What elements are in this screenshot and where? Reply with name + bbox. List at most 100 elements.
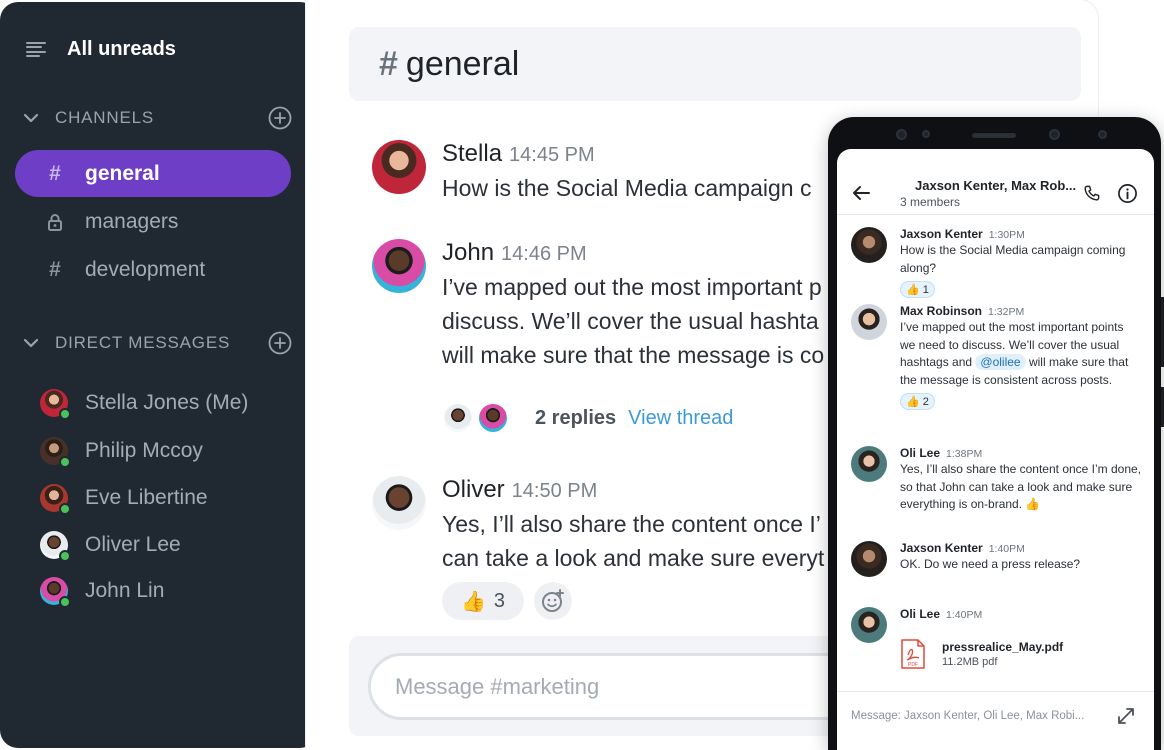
phone-call-icon[interactable] (1082, 184, 1101, 203)
channel-label: managers (85, 209, 179, 233)
message-time: 14:46 PM (501, 243, 587, 265)
message-sender[interactable]: Max Robinson (900, 304, 982, 318)
channel-item-managers[interactable]: managers (15, 198, 291, 245)
reply-count[interactable]: 2 replies (535, 407, 616, 430)
channels-section-header[interactable]: CHANNELS (22, 106, 292, 130)
thumbs-up-icon: 👍 (460, 590, 486, 613)
message-sender[interactable]: Jaxson Kenter (900, 541, 983, 555)
view-thread-link[interactable]: View thread (628, 407, 733, 430)
channels-label: CHANNELS (55, 108, 154, 127)
dm-item-stella-jones[interactable]: Stella Jones (Me) (40, 389, 249, 420)
message-sender[interactable]: Stella (442, 140, 502, 168)
avatar (40, 389, 71, 420)
message-time: 1:40PM (988, 543, 1025, 555)
message-text: I’ve mapped out the most important point… (900, 320, 1129, 387)
avatar[interactable] (372, 140, 426, 194)
message-sender[interactable]: Oliver (442, 476, 505, 504)
message-sender[interactable]: Oli Lee (900, 607, 940, 621)
avatar (477, 402, 509, 434)
svg-text:PDF: PDF (908, 662, 918, 668)
phone-chat-title[interactable]: Jaxson Kenter, Max Rob... (915, 178, 1076, 193)
message-sender[interactable]: John (442, 239, 494, 267)
avatar (40, 577, 71, 608)
online-indicator (59, 596, 71, 608)
phone-composer[interactable]: Message: Jaxson Kenter, Oli Lee, Max Rob… (837, 691, 1154, 750)
chevron-down-icon[interactable] (22, 109, 40, 127)
channel-hash-icon: # (379, 44, 398, 83)
phone-device: Jaxson Kenter, Max Rob... 3 members Jaxs… (828, 117, 1164, 750)
menu-icon[interactable] (26, 41, 46, 58)
dm-label: Eve Libertine (85, 486, 208, 509)
sidebar-header[interactable]: All unreads (26, 38, 176, 61)
online-indicator (59, 408, 71, 420)
avatar (40, 531, 71, 562)
phone-chat-header: Jaxson Kenter, Max Rob... 3 members (837, 149, 1154, 215)
back-arrow-icon[interactable] (851, 185, 871, 201)
channel-title: general (405, 44, 520, 83)
add-emoji-icon (542, 589, 564, 612)
message-time: 1:32PM (988, 306, 1025, 318)
channel-label: general (85, 161, 160, 185)
dm-item-oliver-lee[interactable]: Oliver Lee (40, 531, 181, 562)
message-text: Yes, I’ll also share the content once I’… (900, 462, 1142, 511)
dm-label: Stella Jones (Me) (85, 391, 249, 414)
channel-item-general[interactable]: # general (15, 150, 291, 197)
avatar (40, 437, 71, 468)
message-text: OK. Do we need a press release? (900, 557, 1081, 571)
channel-item-development[interactable]: # development (15, 246, 291, 293)
phone-screen: Jaxson Kenter, Max Rob... 3 members Jaxs… (837, 149, 1154, 750)
dm-item-eve-libertine[interactable]: Eve Libertine (40, 484, 208, 515)
online-indicator (59, 456, 71, 468)
channel-header: # general (349, 27, 1081, 101)
thumbs-up-reaction[interactable]: 👍 1 (900, 281, 935, 298)
pdf-file-icon: PDF (901, 639, 925, 669)
sidebar-title[interactable]: All unreads (67, 38, 176, 61)
message-time: 14:50 PM (511, 480, 598, 502)
message-sender[interactable]: Oli Lee (900, 446, 940, 460)
hash-icon: # (49, 257, 61, 281)
online-indicator (59, 550, 71, 562)
avatar[interactable] (372, 476, 426, 530)
message-time: 1:40PM (946, 609, 983, 621)
avatar[interactable] (851, 304, 887, 340)
expand-icon[interactable] (1117, 707, 1135, 725)
avatar[interactable] (851, 227, 887, 263)
hash-icon: # (49, 161, 61, 185)
message-input-placeholder: Message #marketing (395, 673, 600, 699)
dm-label: Oliver Lee (85, 533, 181, 556)
file-attachment[interactable]: PDF pressrealice_May.pdf 11.2MB pdf (900, 639, 1063, 669)
message-time: 1:38PM (946, 448, 983, 460)
avatar[interactable] (372, 239, 426, 293)
thumbs-up-reaction[interactable]: 👍 3 (442, 582, 524, 620)
user-mention[interactable]: @olilee (975, 354, 1026, 370)
message-time: 14:45 PM (509, 144, 595, 166)
add-channel-icon[interactable] (268, 106, 292, 130)
add-dm-icon[interactable] (268, 331, 292, 355)
phone-chat-members[interactable]: 3 members (900, 195, 960, 209)
dm-label: Philip Mccoy (85, 439, 203, 462)
avatar (40, 484, 71, 515)
channel-label: development (85, 257, 206, 281)
message-sender[interactable]: Jaxson Kenter (900, 227, 983, 241)
thread-replies[interactable]: 2 replies View thread (442, 402, 733, 434)
online-indicator (59, 503, 71, 515)
info-icon[interactable] (1117, 183, 1138, 204)
avatar (442, 402, 474, 434)
dm-label: John Lin (85, 579, 165, 602)
direct-messages-section-header[interactable]: DIRECT MESSAGES (22, 331, 292, 355)
direct-messages-label: DIRECT MESSAGES (55, 333, 231, 352)
message-time: 1:30PM (988, 229, 1025, 241)
lock-icon (48, 213, 62, 231)
chevron-down-icon[interactable] (22, 334, 40, 352)
sidebar: All unreads CHANNELS # general managers … (0, 2, 318, 748)
avatar[interactable] (851, 541, 887, 577)
dm-item-john-lin[interactable]: John Lin (40, 577, 165, 608)
add-reaction-button[interactable] (534, 582, 572, 620)
avatar[interactable] (851, 607, 887, 643)
thumbs-up-reaction[interactable]: 👍 2 (900, 393, 935, 410)
file-name[interactable]: pressrealice_May.pdf (942, 640, 1063, 654)
avatar[interactable] (851, 446, 887, 482)
dm-item-philip-mccoy[interactable]: Philip Mccoy (40, 437, 203, 468)
reaction-count: 3 (493, 589, 506, 612)
phone-message-input-placeholder[interactable]: Message: Jaxson Kenter, Oli Lee, Max Rob… (851, 710, 1111, 722)
